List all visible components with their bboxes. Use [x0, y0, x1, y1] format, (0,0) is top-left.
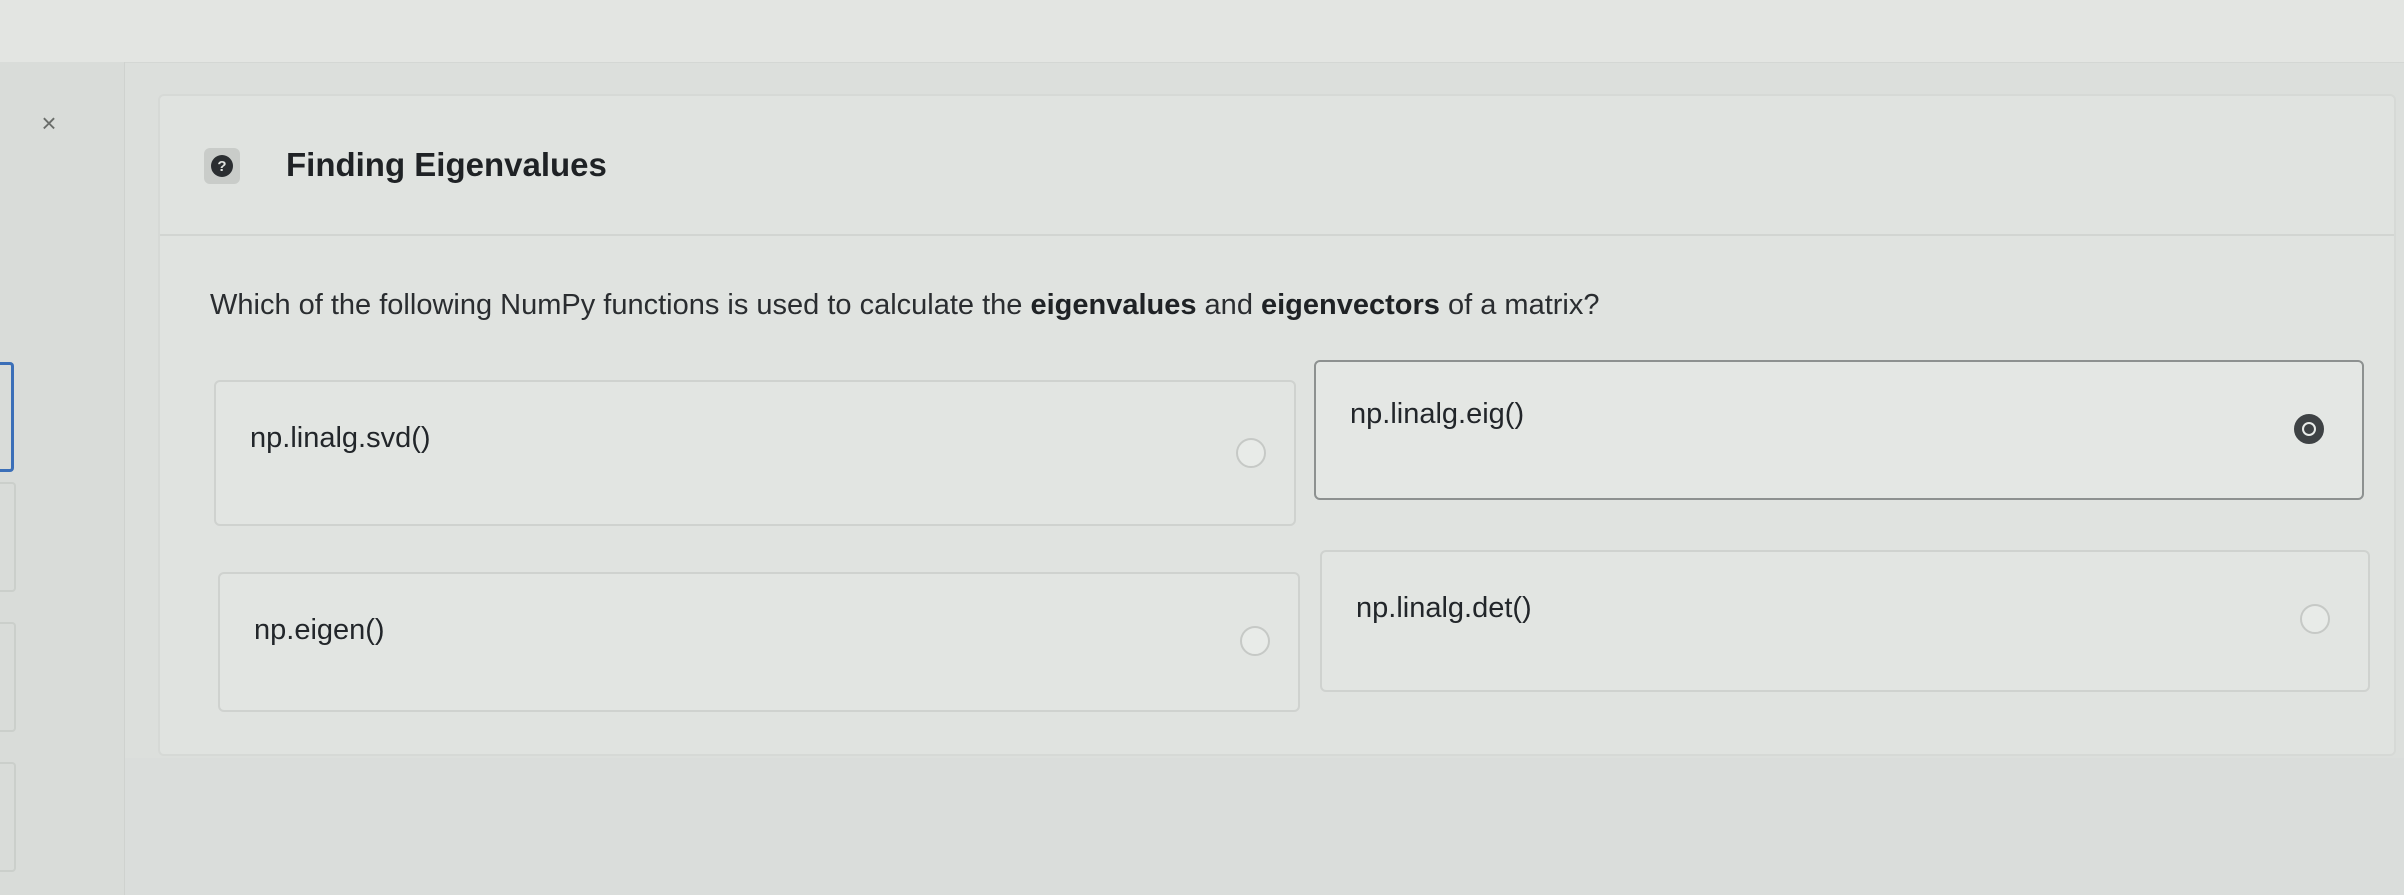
prompt-text: Which of the following NumPy functions i… — [210, 289, 1031, 321]
radio-button[interactable] — [1236, 438, 1266, 468]
option-label: np.linalg.det() — [1356, 592, 1532, 624]
close-icon[interactable]: × — [36, 110, 62, 136]
prompt-emphasis: eigenvalues — [1030, 289, 1197, 321]
svg-text:?: ? — [217, 158, 226, 175]
question-header: ? Finding Eigenvalues — [160, 96, 2394, 236]
option-label: np.eigen() — [254, 614, 385, 646]
question-prompt: Which of the following NumPy functions i… — [210, 289, 1599, 322]
answer-option-selected[interactable]: np.linalg.eig() — [1314, 360, 2364, 500]
question-title: Finding Eigenvalues — [286, 146, 607, 183]
option-label: np.linalg.svd() — [250, 422, 431, 454]
top-bar — [0, 0, 2404, 63]
sidebar-tab[interactable] — [0, 762, 16, 872]
left-sidebar — [0, 62, 125, 895]
radio-button[interactable] — [1240, 626, 1270, 656]
active-item-indicator[interactable] — [0, 362, 14, 472]
answer-option[interactable]: np.linalg.svd() — [214, 380, 1296, 526]
radio-button[interactable] — [2300, 604, 2330, 634]
prompt-emphasis: eigenvectors — [1261, 289, 1440, 321]
question-card: ? Finding Eigenvalues Which of the follo… — [158, 94, 2396, 756]
sidebar-tab[interactable] — [0, 482, 16, 592]
radio-button-checked[interactable] — [2294, 414, 2324, 444]
prompt-text: and — [1196, 289, 1261, 321]
answer-option[interactable]: np.eigen() — [218, 572, 1300, 712]
question-circle-icon: ? — [204, 148, 240, 184]
sidebar-tab[interactable] — [0, 622, 16, 732]
option-label: np.linalg.eig() — [1350, 398, 1525, 430]
content-background — [125, 758, 2404, 895]
answer-option[interactable]: np.linalg.det() — [1320, 550, 2370, 692]
prompt-text: of a matrix? — [1439, 289, 1600, 321]
